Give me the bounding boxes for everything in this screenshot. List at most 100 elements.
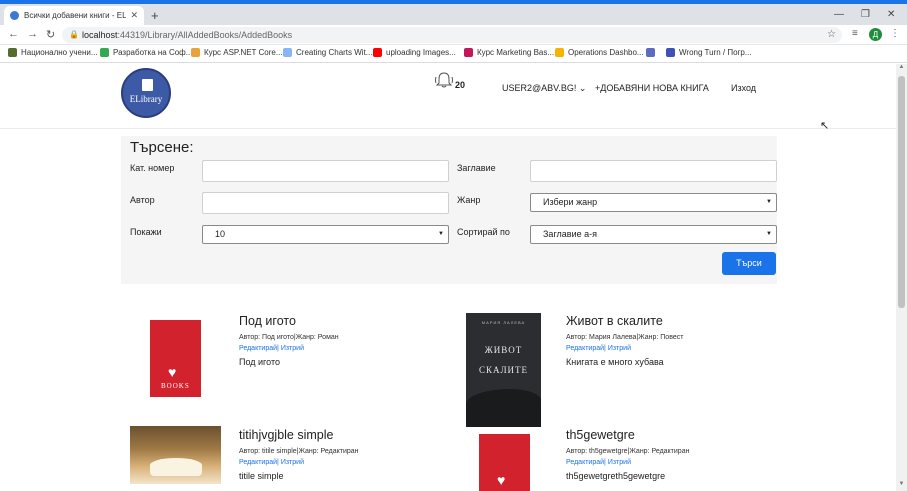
new-tab-icon[interactable]: + [151, 8, 159, 23]
book-title[interactable]: th5gewetgre [566, 428, 635, 442]
author-label: Автор [130, 195, 155, 205]
close-tab-icon[interactable]: ✕ [130, 10, 138, 21]
delete-link[interactable]: Изтрий [608, 459, 631, 466]
show-label: Покажи [130, 227, 162, 237]
delete-link[interactable]: Изтрий [608, 345, 631, 352]
bookmark-label: Национално учени... [21, 48, 98, 57]
bookmark-item[interactable]: uploading Images... [373, 48, 456, 57]
book-title[interactable]: Под игото [239, 314, 296, 328]
bookmark-item[interactable]: Creating Charts Wit... [283, 48, 372, 57]
book-icon [142, 79, 153, 91]
bookmark-label: Разработка на Соф... [113, 48, 193, 57]
book-actions: Редактирай| Изтрий [239, 345, 304, 352]
cover-author: МАРИЯ ЛАЛЕВА [481, 320, 526, 325]
site-logo[interactable]: ELibrary [121, 68, 171, 118]
bookmark-item[interactable] [646, 48, 659, 57]
scroll-up-icon[interactable]: ▲ [896, 64, 907, 74]
user-email: USER2@ABV.BG! [502, 83, 577, 93]
catalog-input[interactable] [202, 160, 449, 182]
back-icon[interactable]: ← [8, 28, 19, 40]
bookmark-label: Wrong Turn / Погр... [679, 48, 752, 57]
bookmark-label: Creating Charts Wit... [296, 48, 373, 57]
chevron-down-icon: ⌄ [578, 83, 587, 93]
bookmark-item[interactable]: Разработка на Соф... [100, 48, 192, 57]
bookmarks-bar: Национално учени... Разработка на Соф...… [0, 45, 907, 63]
forward-icon[interactable]: → [27, 28, 38, 40]
heart-icon: ♥ [497, 472, 506, 488]
bookmark-item[interactable]: Operations Dashbo... [555, 48, 644, 57]
dropdown-arrow-icon: ▼ [766, 231, 772, 237]
bookmark-item[interactable]: Wrong Turn / Погр... [666, 48, 752, 57]
bookmark-item[interactable]: Курс Marketing Bas... [464, 48, 554, 57]
genre-select-value: Избери жанр [543, 197, 598, 207]
mouse-cursor-icon: ↖ [820, 120, 830, 132]
search-button[interactable]: Търси [722, 252, 776, 275]
logout-link[interactable]: Изход [731, 83, 756, 93]
bookmark-label: Курс Marketing Bas... [477, 48, 555, 57]
bookmark-icon [555, 48, 564, 57]
open-book-image [150, 458, 202, 476]
bell-icon[interactable] [434, 71, 454, 89]
menu-icon[interactable]: ⋮ [890, 28, 900, 39]
dropdown-arrow-icon: ▼ [766, 199, 772, 205]
delete-link[interactable]: Изтрий [281, 459, 304, 466]
user-menu[interactable]: USER2@ABV.BG! ⌄ [502, 83, 586, 94]
book-cover[interactable]: МАРИЯ ЛАЛЕВА ЖИВОТ СКАЛИТЕ [466, 313, 541, 427]
page-scrollbar[interactable]: ▲ ▼ [896, 64, 907, 491]
edit-link[interactable]: Редактирай [566, 459, 604, 466]
tab-title: Всички добавени книги - ELibrary [24, 11, 127, 20]
catalog-label: Кат. номер [130, 163, 175, 173]
book-actions: Редактирай| Изтрий [239, 459, 304, 466]
address-bar-row: ← → ↻ 🔒 localhost:44319/Library/AllAdded… [0, 25, 907, 45]
genre-select[interactable]: Избери жанр ▼ [530, 193, 777, 212]
bookmark-icon [191, 48, 200, 57]
header-divider [0, 128, 896, 129]
bookmark-icon [464, 48, 473, 57]
reload-icon[interactable]: ↻ [46, 28, 55, 41]
lock-icon: 🔒 [69, 30, 79, 39]
book-title[interactable]: titihjvgjble simple [239, 428, 333, 442]
book-cover[interactable] [130, 426, 221, 484]
edit-link[interactable]: Редактирай [239, 345, 277, 352]
scroll-thumb[interactable] [898, 76, 905, 308]
scroll-down-icon[interactable]: ▼ [896, 481, 907, 491]
url-path: :44319/Library/AllAddedBooks/AddedBooks [117, 30, 293, 40]
edit-link[interactable]: Редактирай [239, 459, 277, 466]
logo-text: ELibrary [129, 94, 163, 104]
book-cover[interactable]: ♥ BOOKS [150, 320, 201, 397]
bookmark-icon [100, 48, 109, 57]
sort-select[interactable]: Заглавие а-я ▼ [530, 225, 777, 244]
book-cover[interactable]: ♥ [479, 434, 530, 491]
title-label: Заглавие [457, 163, 496, 173]
author-input[interactable] [202, 192, 449, 214]
book-meta: Автор: titile simple|Жанр: Редактиран [239, 448, 359, 455]
close-window-icon[interactable]: ✕ [887, 9, 895, 20]
add-book-link[interactable]: +ДОБАВЯНИ НОВА КНИГА [595, 83, 709, 93]
edit-link[interactable]: Редактирай [566, 345, 604, 352]
cover-illustration [466, 389, 541, 427]
book-title[interactable]: Живот в скалите [566, 314, 663, 328]
bookmark-icon [283, 48, 292, 57]
browser-tab[interactable]: Всички добавени книги - ELibrary ✕ [4, 6, 144, 25]
search-title: Търсене: [130, 139, 194, 156]
bookmark-label: Operations Dashbo... [568, 48, 644, 57]
bookmark-icon [373, 48, 382, 57]
bookmark-star-icon[interactable]: ☆ [827, 27, 836, 43]
minimize-icon[interactable]: — [834, 9, 844, 20]
favicon-icon [10, 11, 19, 20]
maximize-icon[interactable]: ❐ [861, 9, 870, 20]
url-field[interactable]: 🔒 localhost:44319/Library/AllAddedBooks/… [62, 27, 842, 43]
bookmark-item[interactable]: Курс ASP.NET Core... [191, 48, 283, 57]
bookmark-icon [8, 48, 17, 57]
page-size-select[interactable]: 10 ▼ [202, 225, 449, 244]
bookmark-icon [646, 48, 655, 57]
dropdown-arrow-icon: ▼ [438, 231, 444, 237]
cover-title-line2: СКАЛИТЕ [478, 365, 529, 375]
delete-link[interactable]: Изтрий [281, 345, 304, 352]
title-input[interactable] [530, 160, 777, 182]
bookmark-item[interactable]: Национално учени... [8, 48, 98, 57]
avatar[interactable]: Д [869, 28, 882, 41]
reading-list-icon[interactable]: ≡ [852, 28, 858, 39]
book-description: Под игото [239, 357, 280, 367]
tab-bar: Всички добавени книги - ELibrary ✕ + — ❐… [0, 4, 907, 25]
